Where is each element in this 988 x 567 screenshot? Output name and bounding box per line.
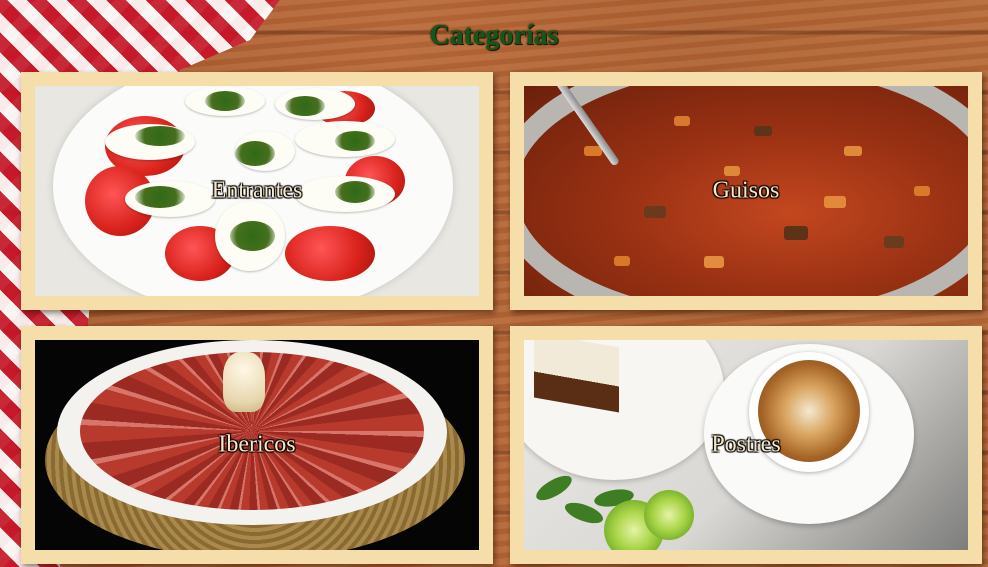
category-label: Postres	[711, 431, 781, 458]
category-card-entrantes[interactable]: Entrantes	[21, 72, 493, 310]
dessert-and-coffee-photo: Postres	[524, 340, 968, 550]
category-card-guisos[interactable]: Guisos	[510, 72, 982, 310]
stew-pot-photo: Guisos	[524, 86, 968, 296]
category-label: Guisos	[712, 177, 780, 204]
iberian-ham-plate-photo: Ibericos	[35, 340, 479, 550]
page-title: Categorías	[429, 19, 559, 51]
category-label: Entrantes	[211, 177, 303, 204]
category-card-ibericos[interactable]: Ibericos	[21, 326, 493, 564]
category-label: Ibericos	[218, 431, 296, 458]
caprese-salad-photo: Entrantes	[35, 86, 479, 296]
category-card-postres[interactable]: Postres	[510, 326, 982, 564]
